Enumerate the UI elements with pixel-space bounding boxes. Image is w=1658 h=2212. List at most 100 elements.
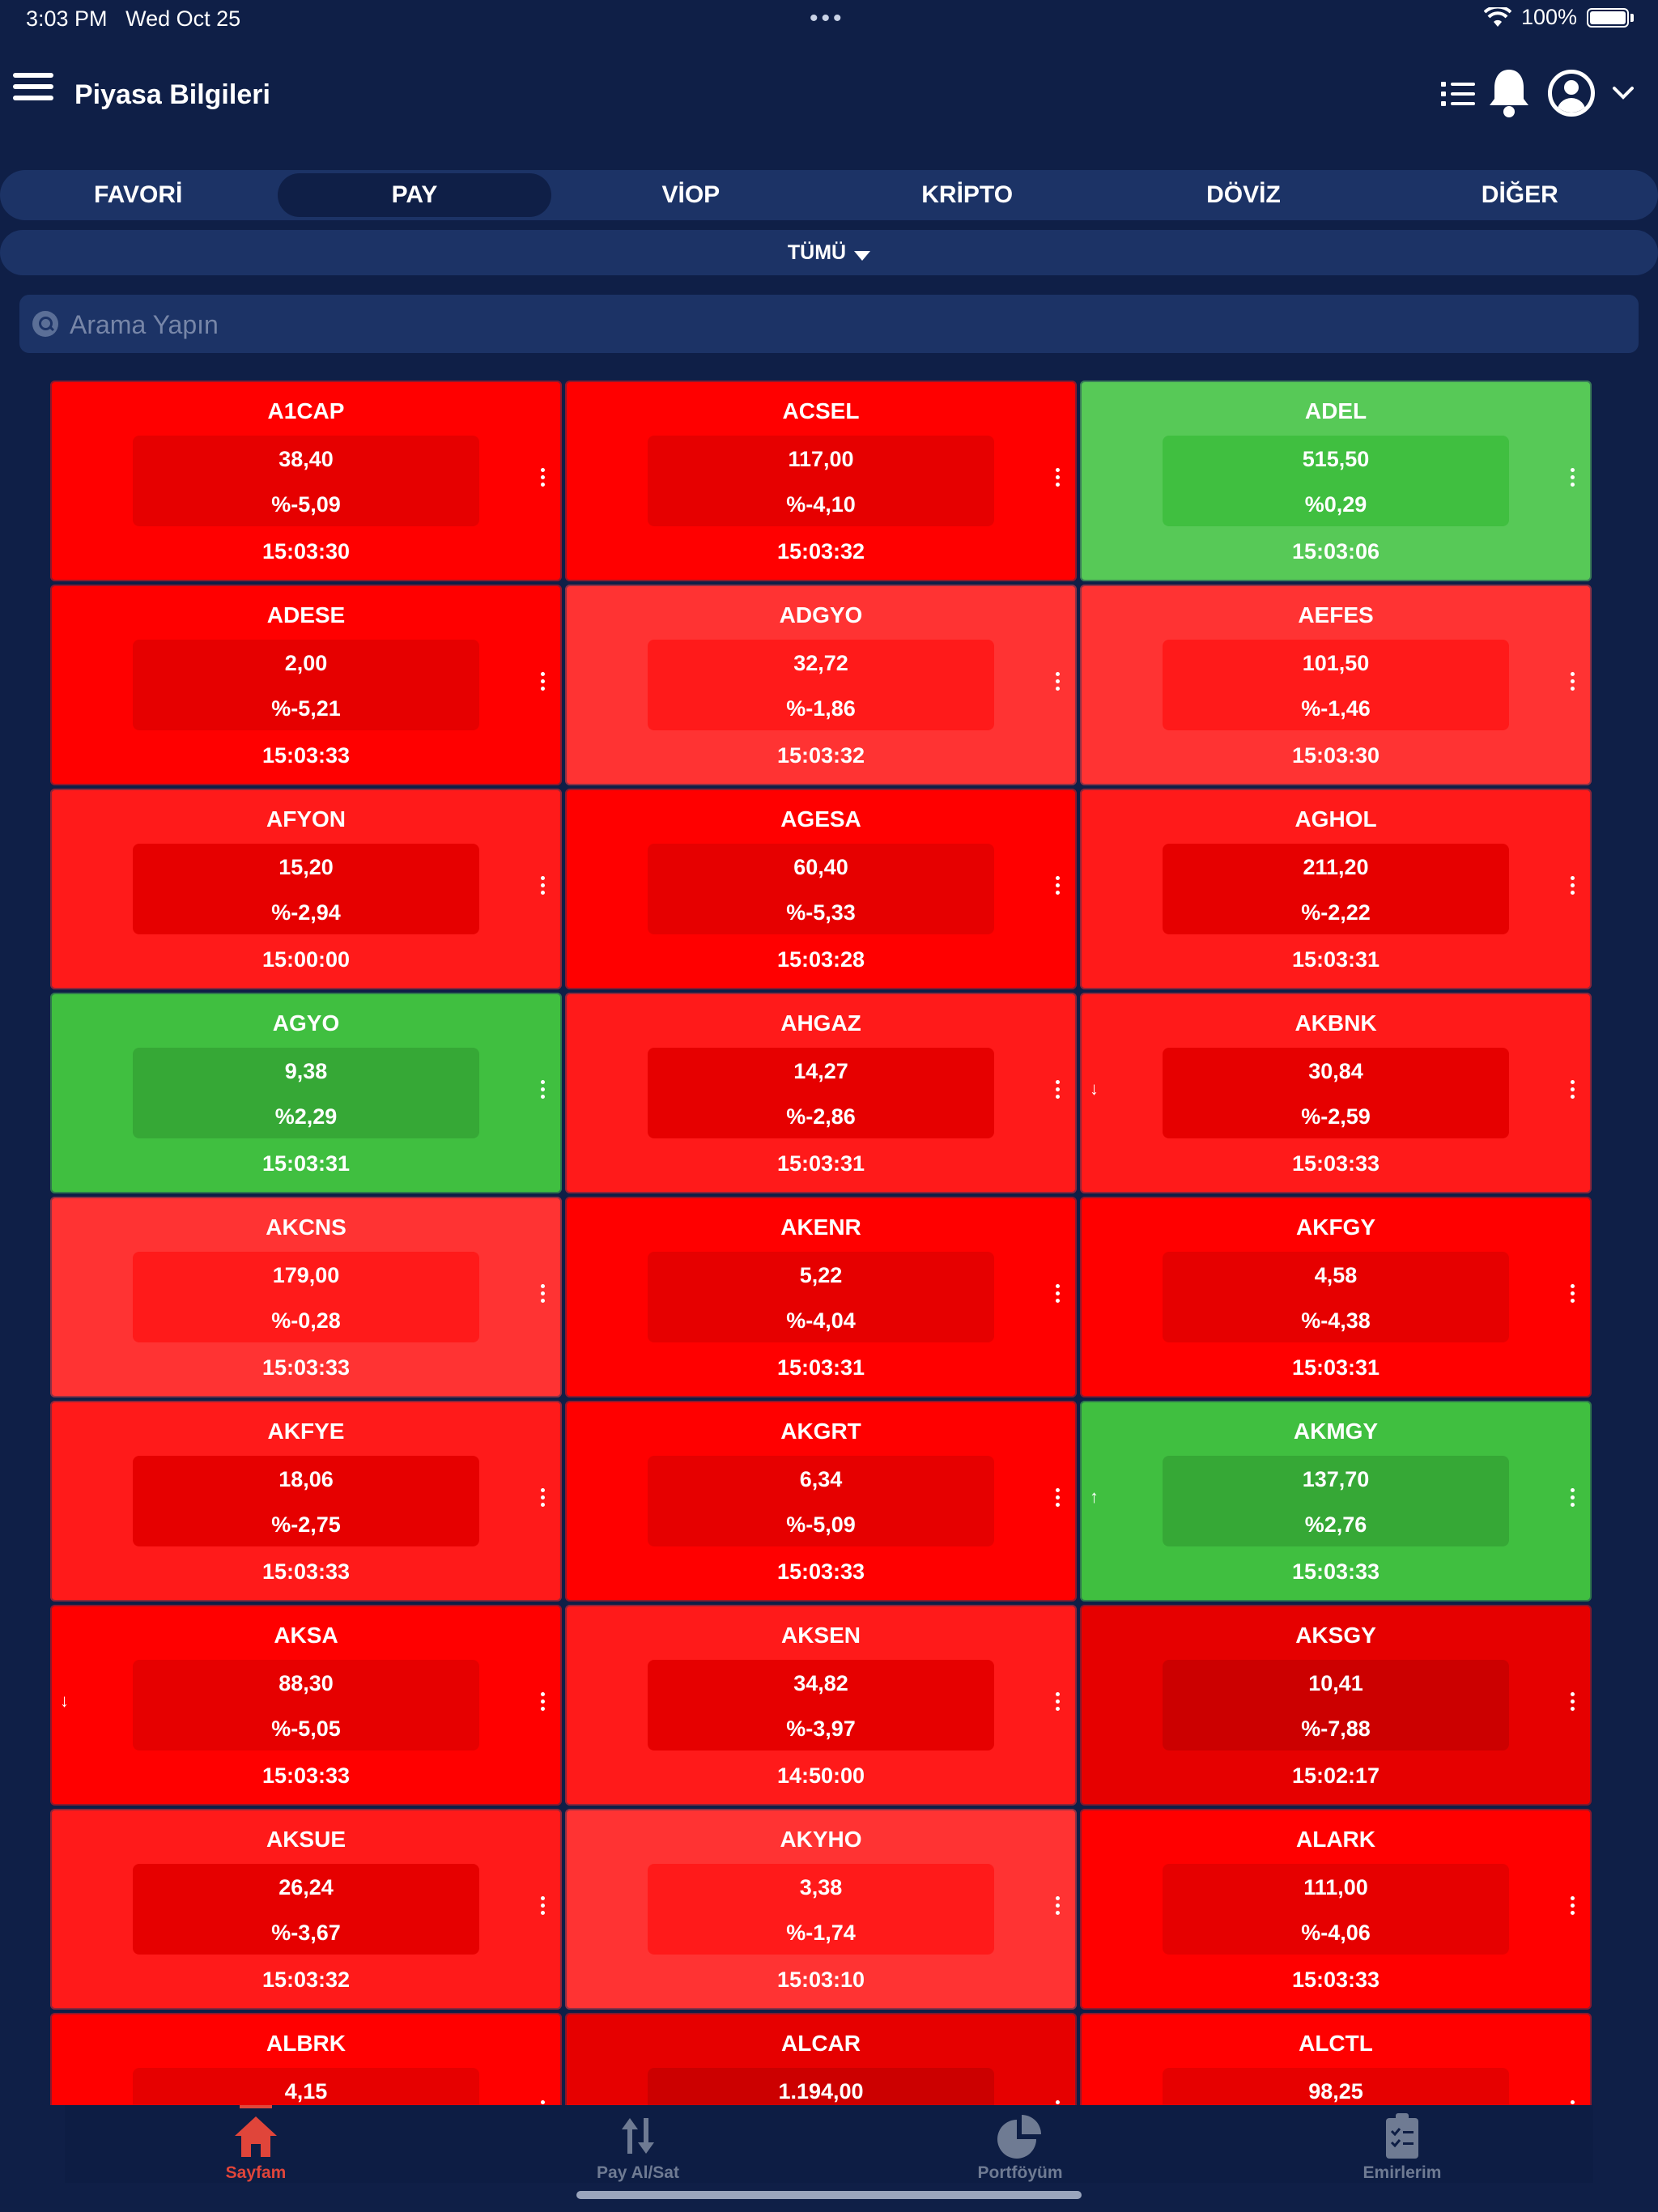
multitask-dots-icon[interactable]: ••• — [810, 5, 845, 32]
stock-grid: A1CAP 38,40 %-5,09 15:03:30 ACSEL 117,00 %-4,1… — [50, 381, 1592, 2105]
stock-tile[interactable]: ALARK 111,00 %-4,06 15:03:33 — [1080, 1809, 1592, 2010]
stock-change: %-0,28 — [271, 1308, 341, 1333]
stock-grid-scroll[interactable]: A1CAP 38,40 %-5,09 15:03:30 ACSEL 117,00 %-4,1… — [50, 381, 1592, 2105]
stock-time: 15:03:33 — [261, 1355, 351, 1380]
user-avatar-icon[interactable] — [1548, 70, 1595, 117]
more-options-icon[interactable] — [1056, 1080, 1062, 1102]
bell-icon[interactable] — [1486, 66, 1532, 122]
more-options-icon[interactable] — [1571, 468, 1577, 490]
bottom-nav: Sayfam Pay Al/Sat Portföyüm Emirlerim — [65, 2105, 1593, 2183]
stock-time: 15:03:32 — [261, 1967, 351, 1992]
stock-price: 3,38 — [799, 1875, 843, 1899]
more-options-icon[interactable] — [1056, 672, 1062, 694]
stock-tile[interactable]: ADESE 2,00 %-5,21 15:03:33 — [50, 585, 562, 785]
home-indicator[interactable] — [576, 2191, 1082, 2199]
more-options-icon[interactable] — [541, 1284, 547, 1306]
stock-tile[interactable]: AKSEN 34,82 %-3,97 14:50:00 — [565, 1605, 1077, 1806]
stock-tile[interactable]: ALCTL 98,25 — [1080, 2013, 1592, 2105]
nav-item-home[interactable]: Sayfam — [65, 2105, 447, 2183]
stock-symbol: AKSGY — [1295, 1623, 1376, 1648]
stock-symbol: ADEL — [1304, 398, 1367, 423]
more-options-icon[interactable] — [1571, 1896, 1577, 1918]
stock-tile[interactable]: AKCNS 179,00 %-0,28 15:03:33 — [50, 1197, 562, 1397]
more-options-icon[interactable] — [1056, 1692, 1062, 1714]
search-input[interactable] — [68, 295, 1626, 355]
more-options-icon[interactable] — [1056, 468, 1062, 490]
more-options-icon[interactable] — [1571, 876, 1577, 898]
stock-symbol: AKFGY — [1296, 1214, 1375, 1240]
stock-time: 15:03:32 — [776, 539, 865, 564]
more-options-icon[interactable] — [1571, 1692, 1577, 1714]
stock-tile[interactable]: AFYON 15,20 %-2,94 15:00:00 — [50, 789, 562, 989]
stock-tile[interactable]: AGESA 60,40 %-5,33 15:03:28 — [565, 789, 1077, 989]
more-options-icon[interactable] — [1056, 1896, 1062, 1918]
tab-5[interactable]: DİĞER — [1382, 170, 1658, 220]
more-options-icon[interactable] — [1571, 1080, 1577, 1102]
stock-tile[interactable]: AKSGY 10,41 %-7,88 15:02:17 — [1080, 1605, 1592, 1806]
stock-symbol: AKMGY — [1293, 1419, 1379, 1444]
nav-item-pie-chart[interactable]: Portföyüm — [829, 2105, 1211, 2183]
tab-1[interactable]: PAY — [276, 170, 552, 220]
nav-item-swap[interactable]: Pay Al/Sat — [447, 2105, 829, 2183]
watchlist-icon[interactable] — [1441, 82, 1475, 112]
stock-change: %-2,22 — [1301, 900, 1371, 925]
nav-item-clipboard[interactable]: Emirlerim — [1211, 2105, 1593, 2183]
stock-change: %-5,21 — [271, 696, 341, 721]
more-options-icon[interactable] — [1571, 1488, 1577, 1510]
battery-percent: 100% — [1520, 5, 1577, 29]
stock-tile[interactable]: AKSA 88,30 %-5,05 15:03:33 ↓ — [50, 1605, 562, 1806]
stock-tile[interactable]: AKFGY 4,58 %-4,38 15:03:31 — [1080, 1197, 1592, 1397]
stock-change: %-1,74 — [786, 1921, 856, 1945]
chevron-down-icon[interactable] — [1611, 81, 1635, 105]
more-options-icon[interactable] — [541, 468, 547, 490]
tab-0[interactable]: FAVORİ — [0, 170, 276, 220]
wifi-icon — [1483, 6, 1511, 27]
stock-change: %-3,97 — [786, 1716, 856, 1741]
tab-2[interactable]: VİOP — [553, 170, 829, 220]
stock-tile[interactable]: A1CAP 38,40 %-5,09 15:03:30 — [50, 381, 562, 581]
stock-tile[interactable]: AKGRT 6,34 %-5,09 15:03:33 — [565, 1401, 1077, 1602]
more-options-icon[interactable] — [1056, 1488, 1062, 1510]
more-options-icon[interactable] — [541, 1692, 547, 1714]
stock-tile[interactable]: AKBNK 30,84 %-2,59 15:03:33 ↓ — [1080, 993, 1592, 1193]
more-options-icon[interactable] — [1056, 1284, 1062, 1306]
more-options-icon[interactable] — [541, 876, 547, 898]
stock-tile[interactable]: AGHOL 211,20 %-2,22 15:03:31 — [1080, 789, 1592, 989]
filter-dropdown[interactable]: TÜMÜ — [0, 230, 1658, 275]
more-options-icon[interactable] — [541, 672, 547, 694]
tab-4[interactable]: DÖVİZ — [1105, 170, 1381, 220]
stock-tile[interactable]: AKYHO 3,38 %-1,74 15:03:10 — [565, 1809, 1077, 2010]
stock-price: 117,00 — [788, 447, 854, 471]
stock-symbol: AKSUE — [266, 1827, 346, 1852]
hamburger-menu-icon[interactable] — [13, 73, 53, 105]
more-options-icon[interactable] — [541, 1896, 547, 1918]
stock-tile[interactable]: AHGAZ 14,27 %-2,86 15:03:31 — [565, 993, 1077, 1193]
stock-symbol: AEFES — [1298, 602, 1374, 627]
stock-price: 32,72 — [793, 651, 848, 675]
stock-price: 2,00 — [284, 651, 328, 675]
more-options-icon[interactable] — [1056, 876, 1062, 898]
caret-down-icon — [854, 250, 871, 261]
stock-tile[interactable]: AEFES 101,50 %-1,46 15:03:30 — [1080, 585, 1592, 785]
stock-tile[interactable]: AKFYE 18,06 %-2,75 15:03:33 — [50, 1401, 562, 1602]
more-options-icon[interactable] — [541, 1080, 547, 1102]
stock-change: %-7,88 — [1301, 1716, 1371, 1741]
stock-tile[interactable]: ALBRK 4,15 — [50, 2013, 562, 2105]
stock-tile[interactable]: AKSUE 26,24 %-3,67 15:03:32 — [50, 1809, 562, 2010]
stock-tile[interactable]: ACSEL 117,00 %-4,10 15:03:32 — [565, 381, 1077, 581]
stock-time: 15:03:31 — [776, 1355, 865, 1380]
stock-time: 15:03:31 — [261, 1151, 351, 1176]
stock-tile[interactable]: AKMGY 137,70 %2,76 15:03:33 ↑ — [1080, 1401, 1592, 1602]
stock-price: 4,15 — [284, 2079, 328, 2104]
more-options-icon[interactable] — [1571, 1284, 1577, 1306]
stock-tile[interactable]: ADGYO 32,72 %-1,86 15:03:32 — [565, 585, 1077, 785]
more-options-icon[interactable] — [1571, 672, 1577, 694]
stock-tile[interactable]: AGYO 9,38 %2,29 15:03:31 — [50, 993, 562, 1193]
stock-tile[interactable]: ALCAR 1.194,00 — [565, 2013, 1077, 2105]
search-icon — [32, 311, 58, 337]
stock-tile[interactable]: AKENR 5,22 %-4,04 15:03:31 — [565, 1197, 1077, 1397]
stock-tile[interactable]: ADEL 515,50 %0,29 15:03:06 — [1080, 381, 1592, 581]
stock-change: %-5,05 — [271, 1716, 341, 1741]
tab-3[interactable]: KRİPTO — [829, 170, 1105, 220]
more-options-icon[interactable] — [541, 1488, 547, 1510]
